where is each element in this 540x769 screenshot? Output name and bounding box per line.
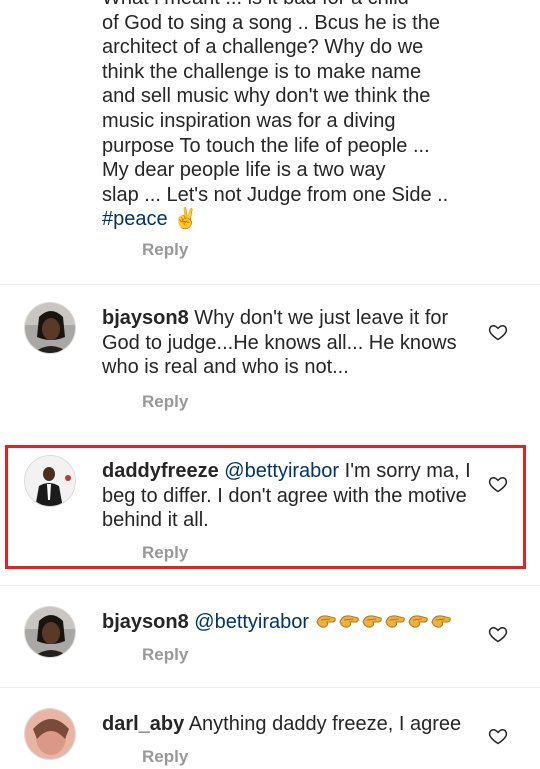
clapping-hands-icon bbox=[316, 615, 336, 628]
comment-text: bjayson8 @bettyirabor bbox=[102, 610, 474, 635]
avatar[interactable] bbox=[24, 302, 76, 354]
divider bbox=[0, 284, 540, 285]
avatar[interactable] bbox=[24, 708, 76, 760]
clapping-hands-icon bbox=[431, 615, 451, 628]
heart-icon[interactable] bbox=[488, 322, 508, 342]
hashtag-link[interactable]: #peace bbox=[102, 208, 168, 230]
clapping-hands-icon bbox=[362, 615, 382, 628]
comment-text: darl_aby Anything daddy freeze, I agree bbox=[102, 712, 474, 737]
highlight-box bbox=[5, 445, 526, 569]
divider bbox=[0, 687, 540, 688]
clapping-hands-emojis bbox=[315, 611, 453, 633]
comment-line: and sell music why don't we think the bbox=[102, 85, 431, 108]
comment-username[interactable]: bjayson8 bbox=[102, 307, 189, 329]
reply-button[interactable]: Reply bbox=[142, 747, 188, 767]
clapping-hands-icon bbox=[385, 615, 405, 628]
comment-line: architect of a challenge? Why do we bbox=[102, 36, 424, 59]
comment-line: think the challenge is to make name bbox=[102, 60, 422, 83]
mention-link[interactable]: @bettyirabor bbox=[194, 611, 309, 633]
comment-username[interactable]: darl_aby bbox=[102, 713, 184, 735]
victory-hand-emoji: ✌ bbox=[173, 208, 199, 231]
heart-icon[interactable] bbox=[488, 726, 508, 746]
comment-line: music inspiration was for a diving bbox=[102, 109, 396, 132]
clapping-hands-icon bbox=[408, 615, 428, 628]
comment-line: purpose To touch the life of people ... bbox=[102, 134, 430, 157]
reply-button[interactable]: Reply bbox=[142, 240, 188, 260]
comment-line: My dear people life is a two way bbox=[102, 159, 386, 182]
clapping-hands-icon bbox=[339, 615, 359, 628]
comment-body: Anything daddy freeze, I agree bbox=[184, 713, 462, 735]
comment-continued: What i meant ... is it bad for a child o… bbox=[102, 0, 502, 232]
comment-username[interactable]: bjayson8 bbox=[102, 611, 189, 633]
comment-line: of God to sing a song .. Bcus he is the bbox=[102, 11, 440, 34]
comment-line: slap ... Let's not Judge from one Side .… bbox=[102, 183, 449, 206]
comment-text: What i meant ... is it bad for a child o… bbox=[102, 0, 502, 232]
divider bbox=[0, 585, 540, 586]
comment-line: What i meant ... is it bad for a child bbox=[102, 0, 409, 9]
avatar[interactable] bbox=[24, 606, 76, 658]
reply-button[interactable]: Reply bbox=[142, 392, 188, 412]
reply-button[interactable]: Reply bbox=[142, 645, 188, 665]
heart-icon[interactable] bbox=[488, 624, 508, 644]
comment-text: bjayson8 Why don't we just leave it for … bbox=[102, 306, 474, 380]
